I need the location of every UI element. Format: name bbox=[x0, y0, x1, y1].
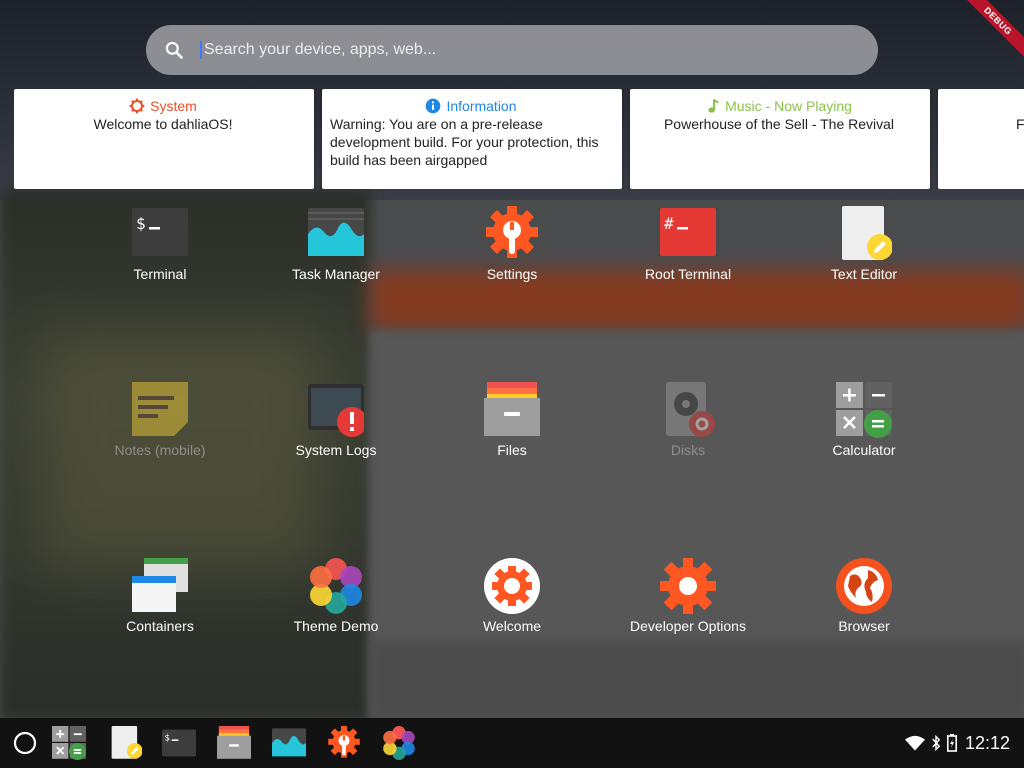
app-task-manager[interactable]: Task Manager bbox=[248, 206, 424, 302]
clock: 12:12 bbox=[964, 732, 1010, 753]
launcher-button[interactable] bbox=[10, 728, 40, 758]
bluetooth-icon bbox=[932, 735, 941, 751]
browser-icon bbox=[836, 558, 892, 614]
developer-options-icon bbox=[660, 558, 716, 614]
disks-icon bbox=[666, 382, 715, 437]
svg-text:$: $ bbox=[164, 734, 169, 744]
app-label: Browser bbox=[838, 618, 890, 634]
task-manager-icon bbox=[308, 208, 364, 256]
notification-cards: System Welcome to dahliaOS! Information … bbox=[14, 89, 1024, 189]
card-title: Information bbox=[446, 98, 517, 114]
root-terminal-icon: # bbox=[660, 208, 716, 256]
app-label: Welcome bbox=[482, 618, 542, 634]
dock-theme-demo-icon[interactable] bbox=[382, 726, 416, 760]
svg-text:#: # bbox=[664, 214, 674, 233]
system-logs-icon bbox=[308, 384, 364, 437]
info-icon bbox=[426, 98, 441, 114]
dock-calculator-icon[interactable] bbox=[52, 726, 86, 760]
app-label: Disks bbox=[670, 442, 706, 458]
app-disks[interactable]: Disks bbox=[600, 382, 776, 478]
app-label: Calculator bbox=[832, 442, 896, 458]
containers-icon bbox=[132, 558, 188, 612]
app-notes-mobile[interactable]: Notes (mobile) bbox=[72, 382, 248, 478]
card-body: Powerhouse of the Sell - The Revival bbox=[663, 116, 895, 132]
battery-icon bbox=[946, 734, 957, 752]
app-label: Terminal bbox=[133, 266, 187, 282]
card-body: Warning: You are on a pre-release develo… bbox=[330, 116, 599, 168]
welcome-icon bbox=[484, 558, 540, 614]
notification-card-music[interactable]: Music - Now Playing Powerhouse of the Se… bbox=[630, 89, 930, 189]
gear-icon bbox=[129, 98, 145, 114]
card-title: Music - Now Playing bbox=[725, 98, 852, 114]
text-editor-icon bbox=[842, 206, 892, 260]
music-note-icon bbox=[708, 99, 719, 113]
app-root-terminal[interactable]: # Root Terminal bbox=[600, 206, 776, 302]
calculator-icon bbox=[836, 382, 892, 438]
app-settings[interactable]: Settings bbox=[424, 206, 600, 302]
app-label: Notes (mobile) bbox=[114, 442, 206, 458]
app-text-editor[interactable]: Text Editor bbox=[776, 206, 952, 302]
app-label: Files bbox=[497, 442, 527, 458]
app-label: Theme Demo bbox=[293, 618, 379, 634]
app-developer-options[interactable]: Developer Options bbox=[600, 558, 776, 654]
dock-text-editor-icon[interactable] bbox=[108, 726, 142, 760]
taskbar: $ 12:12 bbox=[0, 718, 1024, 768]
app-label: Developer Options bbox=[630, 618, 746, 634]
card-body: F bbox=[1016, 116, 1024, 132]
app-files[interactable]: Files bbox=[424, 382, 600, 478]
app-label: Containers bbox=[126, 618, 194, 634]
app-calculator[interactable]: Calculator bbox=[776, 382, 952, 478]
card-body: Welcome to dahliaOS! bbox=[93, 116, 233, 132]
dock-task-manager-icon[interactable] bbox=[272, 726, 306, 760]
notification-card-information[interactable]: Information Warning: You are on a pre-re… bbox=[322, 89, 622, 189]
card-title: System bbox=[150, 98, 197, 114]
notification-card-system[interactable]: System Welcome to dahliaOS! bbox=[14, 89, 314, 189]
settings-icon bbox=[486, 206, 538, 258]
app-label: Text Editor bbox=[830, 266, 898, 282]
app-label: Root Terminal bbox=[644, 266, 732, 282]
notes-icon bbox=[132, 382, 188, 436]
app-system-logs[interactable]: System Logs bbox=[248, 382, 424, 478]
app-containers[interactable]: Containers bbox=[72, 558, 248, 654]
search-input[interactable] bbox=[200, 41, 840, 59]
app-label: Settings bbox=[486, 266, 538, 282]
wifi-icon bbox=[904, 735, 925, 751]
svg-text:$: $ bbox=[136, 214, 146, 233]
app-label: System Logs bbox=[295, 442, 377, 458]
app-theme-demo[interactable]: Theme Demo bbox=[248, 558, 424, 654]
files-icon bbox=[484, 382, 540, 436]
status-tray[interactable]: 12:12 bbox=[904, 731, 1010, 755]
dock-terminal-icon[interactable]: $ bbox=[162, 726, 196, 760]
app-welcome[interactable]: Welcome bbox=[424, 558, 600, 654]
search-icon bbox=[165, 41, 183, 59]
app-terminal[interactable]: $ Terminal bbox=[72, 206, 248, 302]
dock-settings-icon[interactable] bbox=[327, 726, 361, 760]
search-bar[interactable] bbox=[146, 25, 878, 75]
app-browser[interactable]: Browser bbox=[776, 558, 952, 654]
theme-demo-icon bbox=[310, 558, 362, 614]
notification-card-partial[interactable]: F bbox=[938, 89, 1024, 189]
app-label: Task Manager bbox=[292, 266, 380, 282]
dock-files-icon[interactable] bbox=[217, 726, 251, 760]
terminal-icon: $ bbox=[132, 208, 188, 256]
